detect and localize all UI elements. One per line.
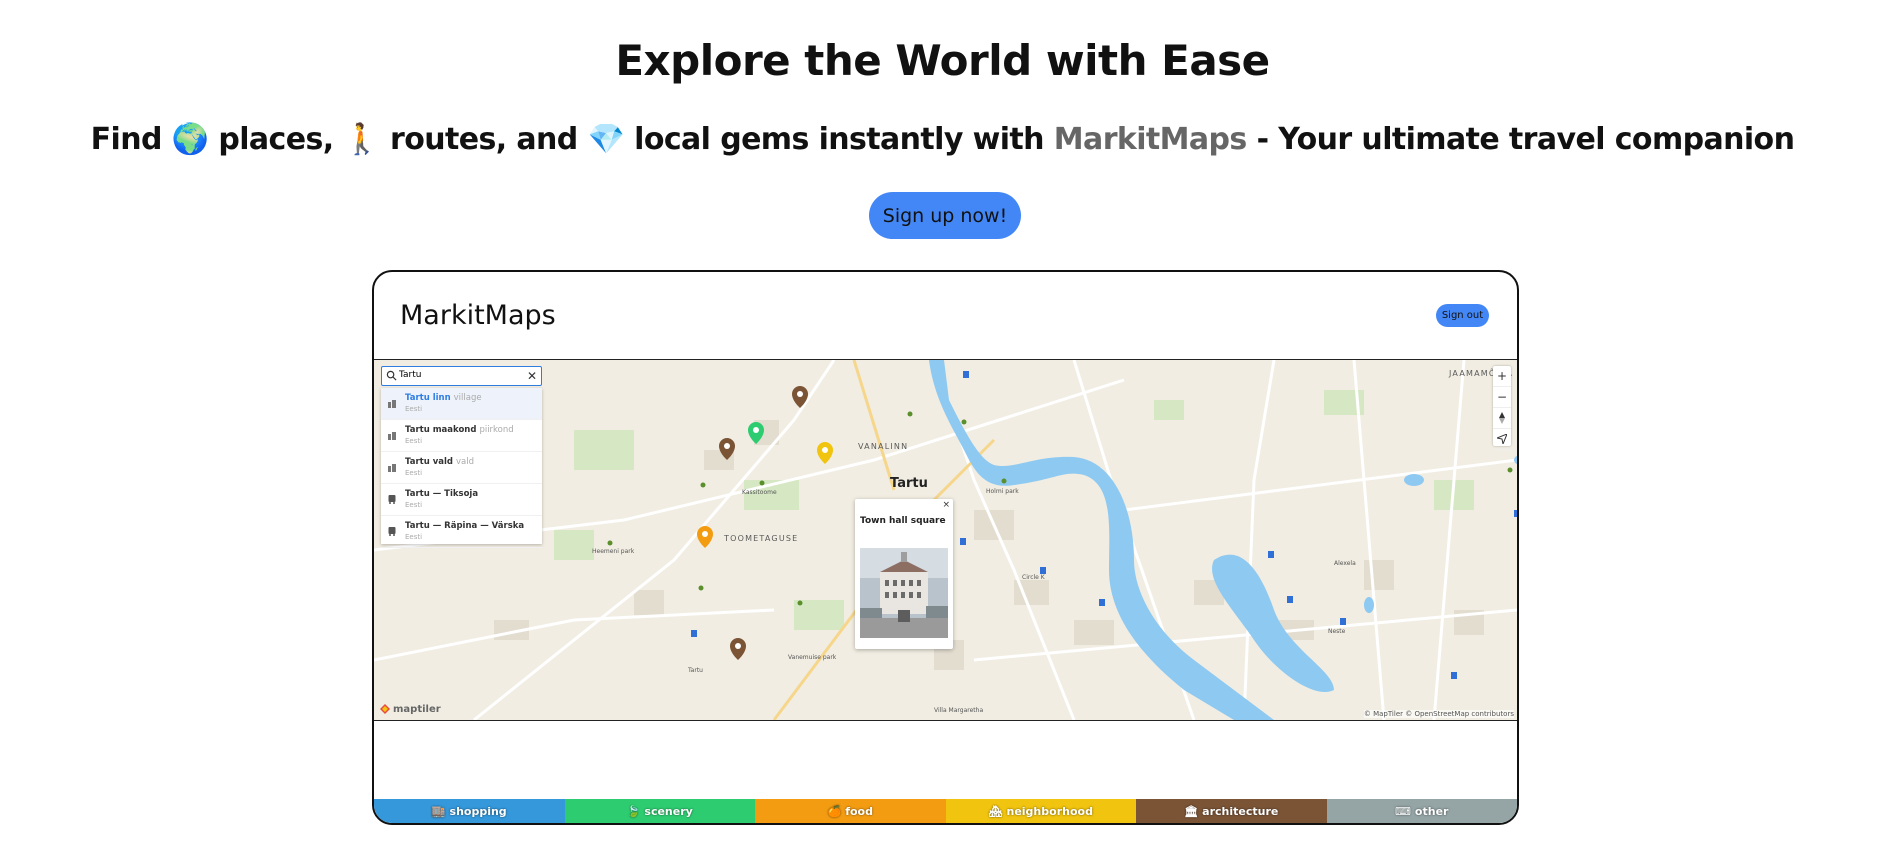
walking-person-icon: 🚶: [343, 122, 381, 157]
result-item[interactable]: Tartu vald vald Eesti: [381, 452, 542, 484]
result-name: Tartu — Räpina — Värska: [405, 521, 525, 531]
bus-icon: [388, 495, 396, 504]
result-country: Eesti: [405, 501, 423, 509]
label-circle-k: Circle K: [1022, 574, 1045, 581]
label-neste: Neste: [1328, 628, 1346, 635]
result-country: Eesti: [405, 533, 423, 541]
category-architecture[interactable]: 🏛 architecture: [1136, 799, 1327, 823]
city-icon: [388, 464, 396, 472]
category-label: neighborhood: [1006, 804, 1093, 818]
subtitle-text-4: local gems instantly with: [634, 122, 1044, 157]
neighborhood-icon: 🏘: [988, 804, 1003, 818]
maptiler-logo-text: maptiler: [393, 703, 441, 715]
maptiler-logo[interactable]: maptiler: [379, 703, 441, 715]
app-header: MarkitMaps Sign out: [374, 272, 1517, 360]
result-item[interactable]: Tartu — Räpina — Värska Eesti: [381, 516, 542, 548]
subtitle-text-5: - Your ultimate travel companion: [1256, 122, 1795, 157]
result-type: vald: [455, 457, 474, 467]
building-icon: 🏛: [1184, 804, 1199, 818]
popup-close-button[interactable]: ×: [942, 500, 950, 510]
result-item[interactable]: Tartu maakond piirkond Eesti: [381, 420, 542, 452]
label-villa: Villa Margaretha: [934, 707, 984, 714]
app-logo: MarkitMaps: [400, 300, 556, 331]
label-kassitoome: Kassitoome: [742, 489, 777, 496]
result-name: Tartu linn: [405, 393, 451, 403]
popup-title: Town hall square: [860, 516, 946, 526]
category-scenery[interactable]: 🍃 scenery: [564, 799, 755, 823]
label-tartu-small: Tartu: [688, 667, 703, 674]
map-attribution[interactable]: © MapTiler © OpenStreetMap contributors: [1363, 710, 1514, 718]
map-search-box: ✕: [381, 366, 542, 386]
maptiler-logo-icon: [380, 704, 390, 714]
category-label: architecture: [1202, 804, 1279, 818]
category-shopping[interactable]: 🏬 shopping: [374, 799, 565, 823]
gem-icon: 💎: [587, 122, 625, 157]
result-item[interactable]: Tartu linn village Eesti: [381, 388, 542, 420]
map-view[interactable]: VANALINN TOOMETAGUSE JAAMAMÕISA Tartu Ka…: [374, 360, 1517, 721]
result-country: Eesti: [405, 437, 423, 445]
result-type: village: [453, 393, 482, 403]
subtitle-text-3: routes, and: [390, 122, 578, 157]
category-label: food: [845, 804, 873, 818]
place-popup: × Town hall square: [855, 499, 953, 649]
district-label-toometaguse: TOOMETAGUSE: [724, 534, 799, 543]
city-icon: [388, 400, 396, 408]
page-subtitle: Find 🌍 places, 🚶 routes, and 💎 local gem…: [0, 122, 1885, 157]
subtitle-text-2: places,: [218, 122, 334, 157]
category-neighborhood[interactable]: 🏘 neighborhood: [945, 799, 1136, 823]
city-label-tartu: Tartu: [890, 476, 928, 491]
zoom-in-button[interactable]: +: [1493, 366, 1511, 387]
shopping-icon: 🏬: [431, 804, 446, 818]
bus-icon: [388, 527, 396, 536]
category-label: other: [1414, 804, 1449, 818]
clear-search-icon[interactable]: ✕: [527, 369, 537, 383]
signup-button[interactable]: Sign up now!: [869, 192, 1021, 239]
food-icon: 🍊: [827, 804, 842, 818]
result-item[interactable]: Tartu — Tiksoja Eesti: [381, 484, 542, 516]
zoom-out-button[interactable]: −: [1493, 387, 1511, 408]
brand-name: MarkitMaps: [1053, 122, 1248, 157]
result-name: Tartu vald: [405, 457, 453, 467]
locate-icon[interactable]: [1493, 429, 1511, 450]
other-icon: ⌨: [1395, 804, 1411, 818]
map-search-input[interactable]: [399, 368, 519, 382]
town-hall-photo: [860, 548, 948, 638]
subtitle-text-1: Find: [90, 122, 163, 157]
leaf-icon: 🍃: [626, 804, 641, 818]
city-icon: [388, 432, 396, 440]
label-holmi-park: Holmi park: [986, 488, 1019, 495]
label-heemeni-park: Heemeni park: [592, 548, 635, 555]
compass-icon[interactable]: [1493, 408, 1511, 429]
category-label: shopping: [449, 804, 507, 818]
signout-button[interactable]: Sign out: [1436, 304, 1489, 327]
globe-icon: 🌍: [171, 122, 209, 157]
page-title: Explore the World with Ease: [615, 36, 1270, 85]
category-food[interactable]: 🍊 food: [755, 799, 946, 823]
category-bar: 🏬 shopping 🍃 scenery 🍊 food 🏘 neighborhood 🏛…: [374, 799, 1517, 823]
search-icon: [386, 370, 397, 381]
result-type: piirkond: [479, 425, 514, 435]
label-vanemuise-park: Vanemuise park: [788, 654, 837, 661]
app-preview-frame: MarkitMaps Sign out VANALINN TOOMETAGUSE…: [372, 270, 1519, 825]
map-controls: + −: [1493, 366, 1511, 450]
result-country: Eesti: [405, 469, 423, 477]
category-label: scenery: [644, 804, 693, 818]
district-label-vanalinn: VANALINN: [858, 442, 909, 451]
result-name: Tartu — Tiksoja: [405, 489, 479, 499]
search-results-list: Tartu linn village Eesti Tartu maakond pii…: [381, 388, 542, 548]
result-name: Tartu maakond: [405, 425, 477, 435]
category-other[interactable]: ⌨ other: [1326, 799, 1517, 823]
label-alexela: Alexela: [1334, 560, 1356, 567]
result-country: Eesti: [405, 405, 423, 413]
